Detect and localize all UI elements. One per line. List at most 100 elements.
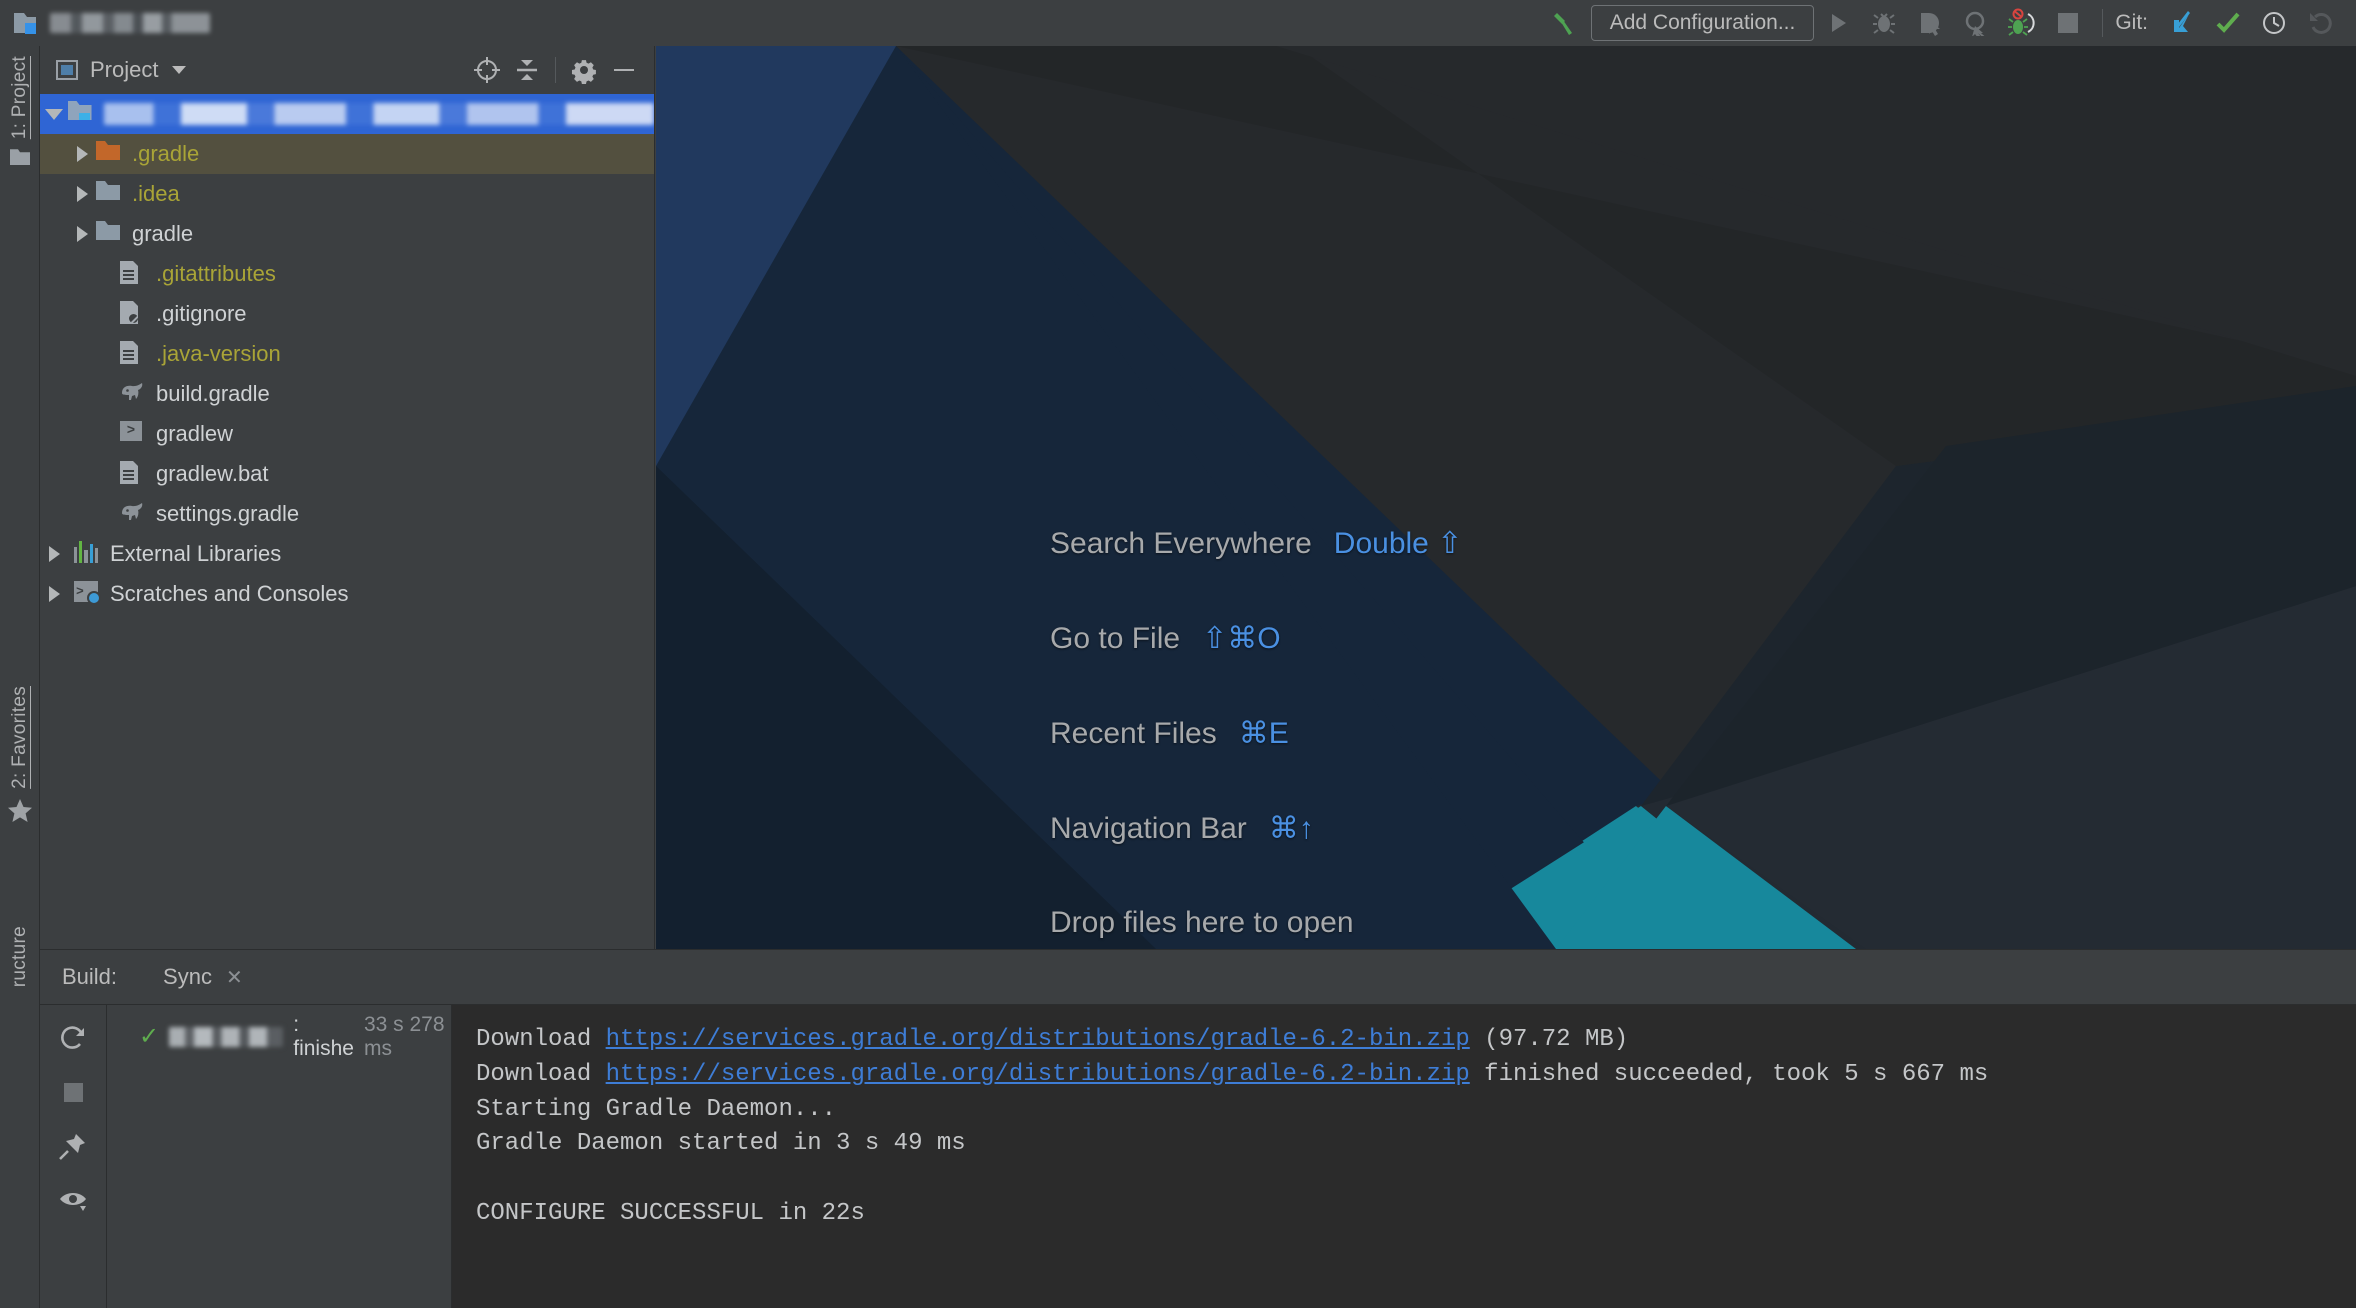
folder-orange-icon [96, 141, 122, 167]
node-name-redacted [169, 1027, 284, 1047]
tree-item-label: settings.gradle [156, 501, 300, 526]
expand-arrow[interactable] [40, 108, 68, 120]
star-icon [6, 797, 34, 830]
shortcut-label: Drop files here to open [1050, 906, 1354, 939]
rerun-icon[interactable] [52, 1019, 94, 1057]
tree-row-external-libraries[interactable]: External Libraries [40, 534, 654, 574]
tree-item-label: Scratches and Consoles [110, 581, 349, 606]
module-name-redacted [103, 103, 654, 125]
stop-icon[interactable] [52, 1073, 94, 1111]
tree-row-build-gradle[interactable]: build.gradle [40, 374, 654, 414]
profiler-icon[interactable] [1954, 3, 1998, 43]
tree-row-gitignore[interactable]: .gitignore [40, 294, 654, 334]
shortcut-keys: ⇧⌘O [1202, 622, 1281, 655]
gradle-distribution-link[interactable]: https://services.gradle.org/distribution… [606, 1026, 1470, 1053]
commit-checkmark-icon[interactable] [2206, 3, 2250, 43]
stripe-favorites-label: 2: Favorites [9, 686, 30, 789]
attach-debugger-icon[interactable] [2000, 3, 2044, 43]
rollback-undo-icon[interactable] [2298, 3, 2342, 43]
tree-item-label: build.gradle [156, 381, 270, 406]
node-duration: 33 s 278 ms [363, 1013, 445, 1060]
tree-row-gradle-dir[interactable]: .gradle [40, 134, 654, 174]
build-panel-body: ✓ : finishe 33 s 278 ms Download https:/… [40, 1004, 2356, 1308]
drop-files-hint: Drop files here to open [1050, 906, 1950, 940]
libraries-icon [74, 541, 100, 567]
tree-row-scratches[interactable]: > Scratches and Consoles [40, 574, 654, 614]
run-with-coverage-icon[interactable] [1908, 3, 1952, 43]
stripe-project-label: 1: Project [9, 56, 30, 140]
file-doc-icon [120, 261, 146, 287]
node-status-text: : finishe [293, 1013, 354, 1060]
tree-item-label: gradlew.bat [156, 461, 269, 486]
toggle-view-icon[interactable] [52, 1181, 94, 1219]
debug-bug-icon[interactable] [1862, 3, 1906, 43]
run-play-icon[interactable] [1816, 3, 1860, 43]
project-tree[interactable]: .gradle .idea gradle .gitattributes .git… [40, 94, 654, 949]
expand-arrow[interactable] [40, 586, 68, 602]
console-text: finished succeeded, took 5 s 667 ms [1469, 1060, 1989, 1088]
tree-row-gitattributes[interactable]: .gitattributes [40, 254, 654, 294]
history-clock-icon[interactable] [2252, 3, 2296, 43]
chevron-down-icon[interactable] [172, 66, 187, 74]
shell-script-icon: > [120, 421, 146, 447]
shortcut-label: Recent Files [1050, 717, 1217, 750]
sidebar-item-structure[interactable]: ructure [0, 926, 40, 987]
gradle-distribution-link[interactable]: https://services.gradle.org/distribution… [606, 1061, 1470, 1088]
console-line: CONFIGURE SUCCESSFUL in 22s [476, 1200, 865, 1228]
git-label: Git: [2115, 11, 2148, 34]
tree-row-module[interactable] [40, 94, 654, 134]
main-toolbar: Add Configuration... Git: [0, 0, 2356, 46]
file-doc-icon [120, 341, 146, 367]
editor-empty-area[interactable]: Search Everywhere Double ⇧ Go to File ⇧⌘… [656, 46, 2356, 949]
folder-module-icon [67, 101, 94, 127]
tree-row-gradlew-bat[interactable]: gradlew.bat [40, 454, 654, 494]
expand-arrow[interactable] [68, 226, 96, 242]
expand-arrow[interactable] [68, 186, 96, 202]
tab-sync[interactable]: Sync ✕ [163, 964, 243, 990]
hammer-icon[interactable] [1545, 3, 1589, 43]
build-tool-window: Build: Sync ✕ ✓: finishe 33 s 278 ms Do… [40, 949, 2356, 1308]
add-configuration-button[interactable]: Add Configuration... [1590, 5, 1815, 41]
close-icon[interactable]: ✕ [226, 965, 243, 990]
minimize-icon[interactable] [606, 52, 642, 88]
expand-arrow[interactable] [40, 546, 68, 562]
sidebar-item-favorites[interactable]: 2: Favorites [0, 686, 40, 830]
build-events-tree[interactable]: ✓ : finishe 33 s 278 ms [107, 1005, 452, 1308]
build-actions-bar [40, 1005, 107, 1308]
tree-row-java-version[interactable]: .java-version [40, 334, 654, 374]
console-text: Download [476, 1060, 606, 1088]
stop-square-icon[interactable] [2046, 3, 2090, 43]
project-panel-header: Project [40, 46, 654, 94]
tree-row-settings-gradle[interactable]: settings.gradle [40, 494, 654, 534]
sidebar-item-project[interactable]: 1: Project [0, 56, 40, 166]
pin-icon[interactable] [52, 1127, 94, 1165]
left-tool-stripe: 1: Project 2: Favorites ructure [0, 46, 40, 1308]
gear-icon[interactable] [566, 52, 602, 88]
console-text: Download [476, 1026, 606, 1053]
project-panel-toolbar [469, 52, 642, 88]
tree-row-gradlew[interactable]: > gradlew [40, 414, 654, 454]
folder-icon [10, 149, 30, 166]
panel-toolbar-divider [555, 57, 556, 83]
toolbar-divider [2102, 9, 2104, 37]
shortcut-recent-files: Recent Files ⌘E [1050, 716, 1950, 751]
build-console-output[interactable]: Download https://services.gradle.org/dis… [452, 1005, 2356, 1308]
window-title-area [0, 11, 210, 35]
tree-row-idea-dir[interactable]: .idea [40, 174, 654, 214]
tree-item-label: gradle [132, 221, 194, 246]
locate-target-icon[interactable] [469, 52, 505, 88]
console-line: Download https://services.gradle.org/dis… [476, 1023, 2356, 1058]
console-text: (97.72 MB) [1469, 1026, 1629, 1053]
update-project-icon[interactable] [2160, 3, 2204, 43]
console-line: Starting Gradle Daemon... [476, 1095, 837, 1123]
expand-arrow[interactable] [68, 146, 96, 162]
shortcut-label: Search Everywhere [1050, 527, 1312, 560]
shortcut-navigation-bar: Navigation Bar ⌘↑ [1050, 811, 1950, 846]
tree-item-label: .gitignore [156, 301, 247, 326]
build-label: Build: [62, 964, 118, 989]
collapse-all-icon[interactable] [509, 52, 545, 88]
project-panel-title: Project [90, 57, 159, 82]
build-tree-node[interactable]: ✓ : finishe 33 s 278 ms [107, 1013, 451, 1060]
tree-row-gradle-folder[interactable]: gradle [40, 214, 654, 254]
